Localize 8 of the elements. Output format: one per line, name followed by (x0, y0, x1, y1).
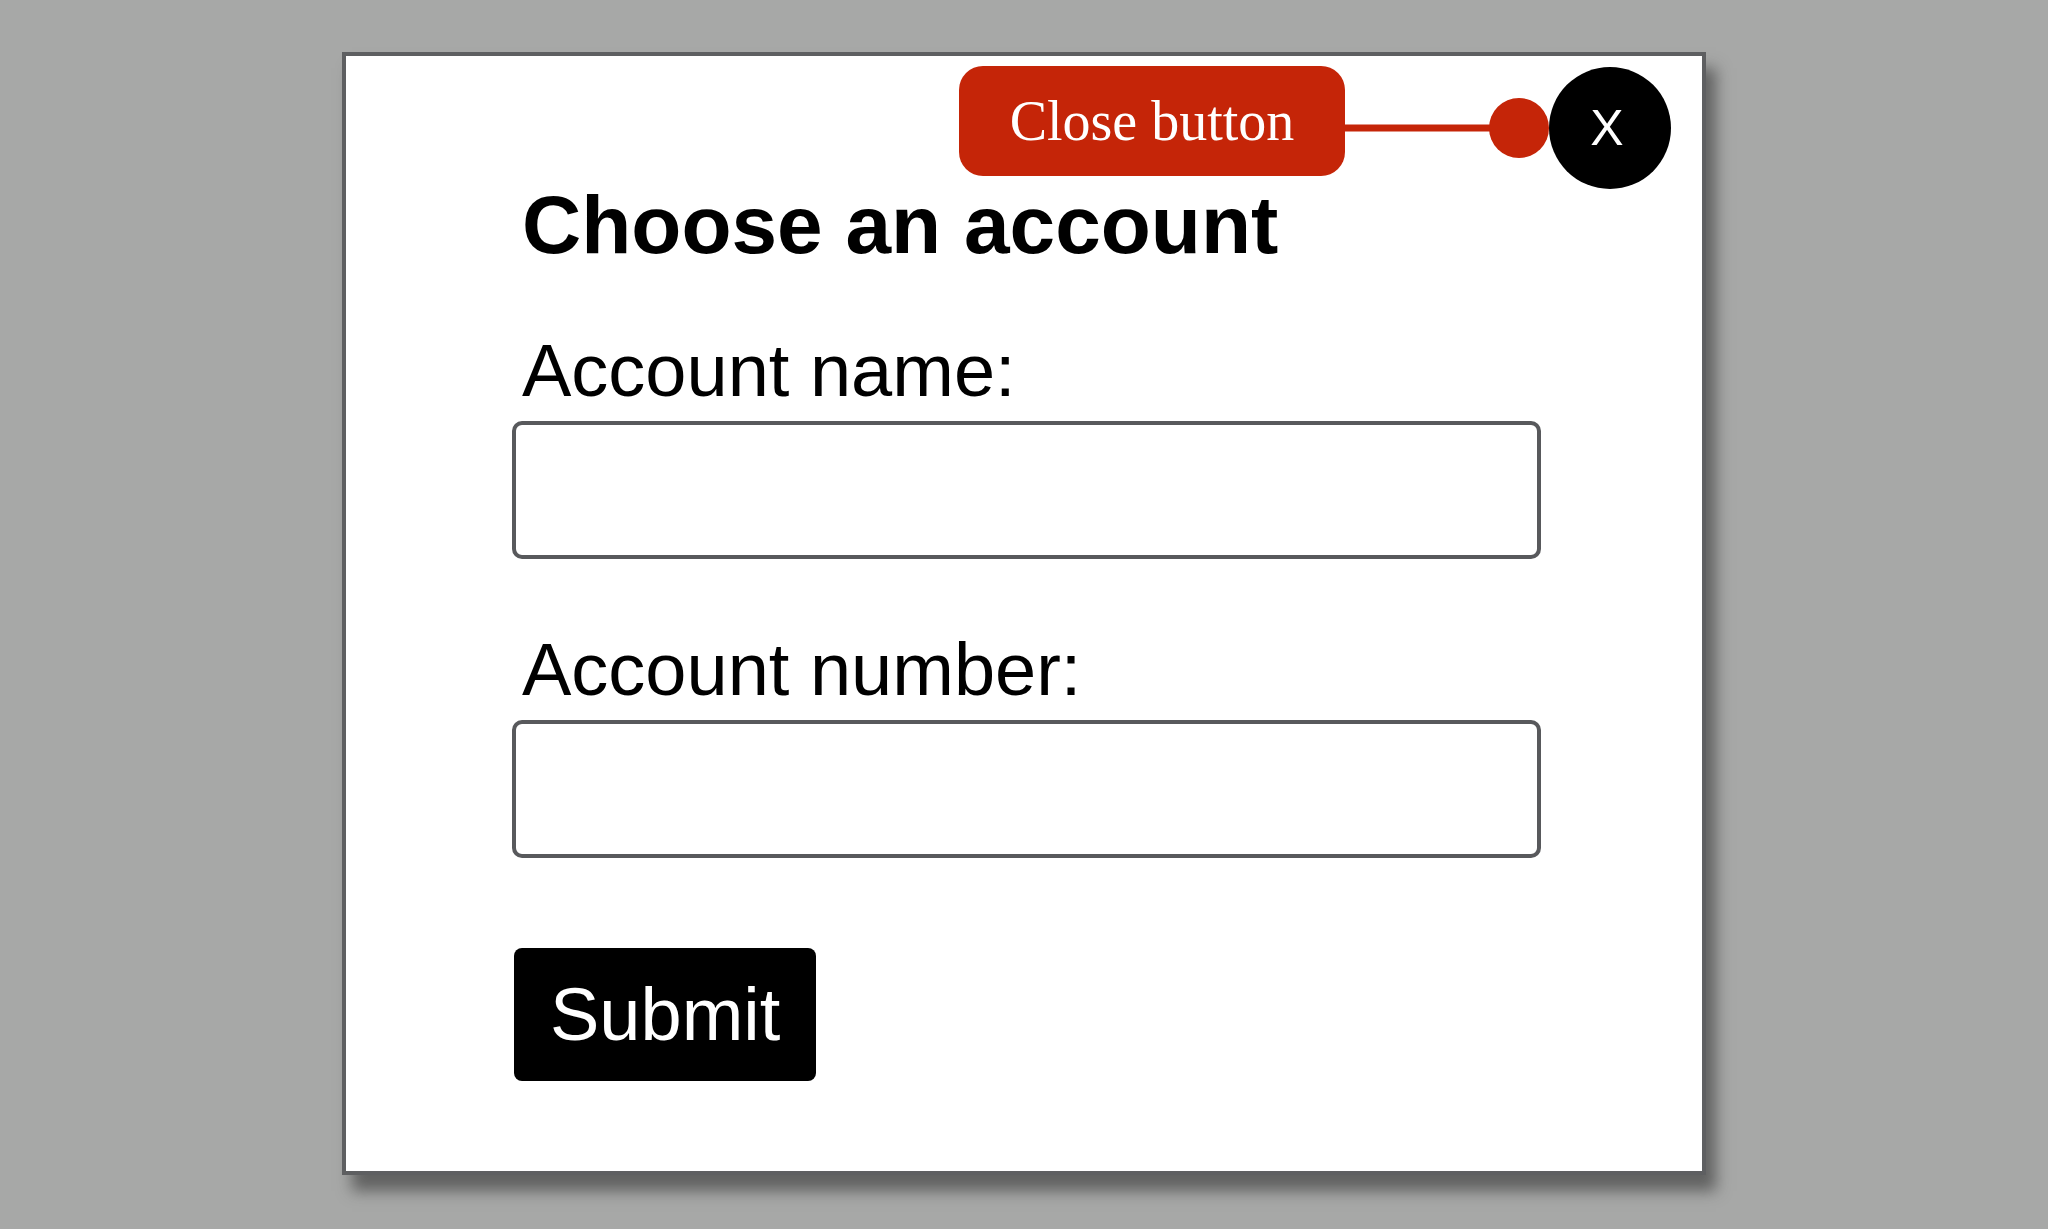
annotation-callout: Close button (959, 66, 1345, 176)
field-label: Account name: (522, 334, 1016, 408)
close-button[interactable]: X (1549, 67, 1671, 189)
input-field[interactable] (512, 720, 1541, 858)
dialog-title: Choose an account (522, 184, 1279, 266)
input-field[interactable] (512, 421, 1541, 559)
field-label: Account number: (522, 633, 1082, 707)
submit-button[interactable]: Submit (514, 948, 817, 1081)
